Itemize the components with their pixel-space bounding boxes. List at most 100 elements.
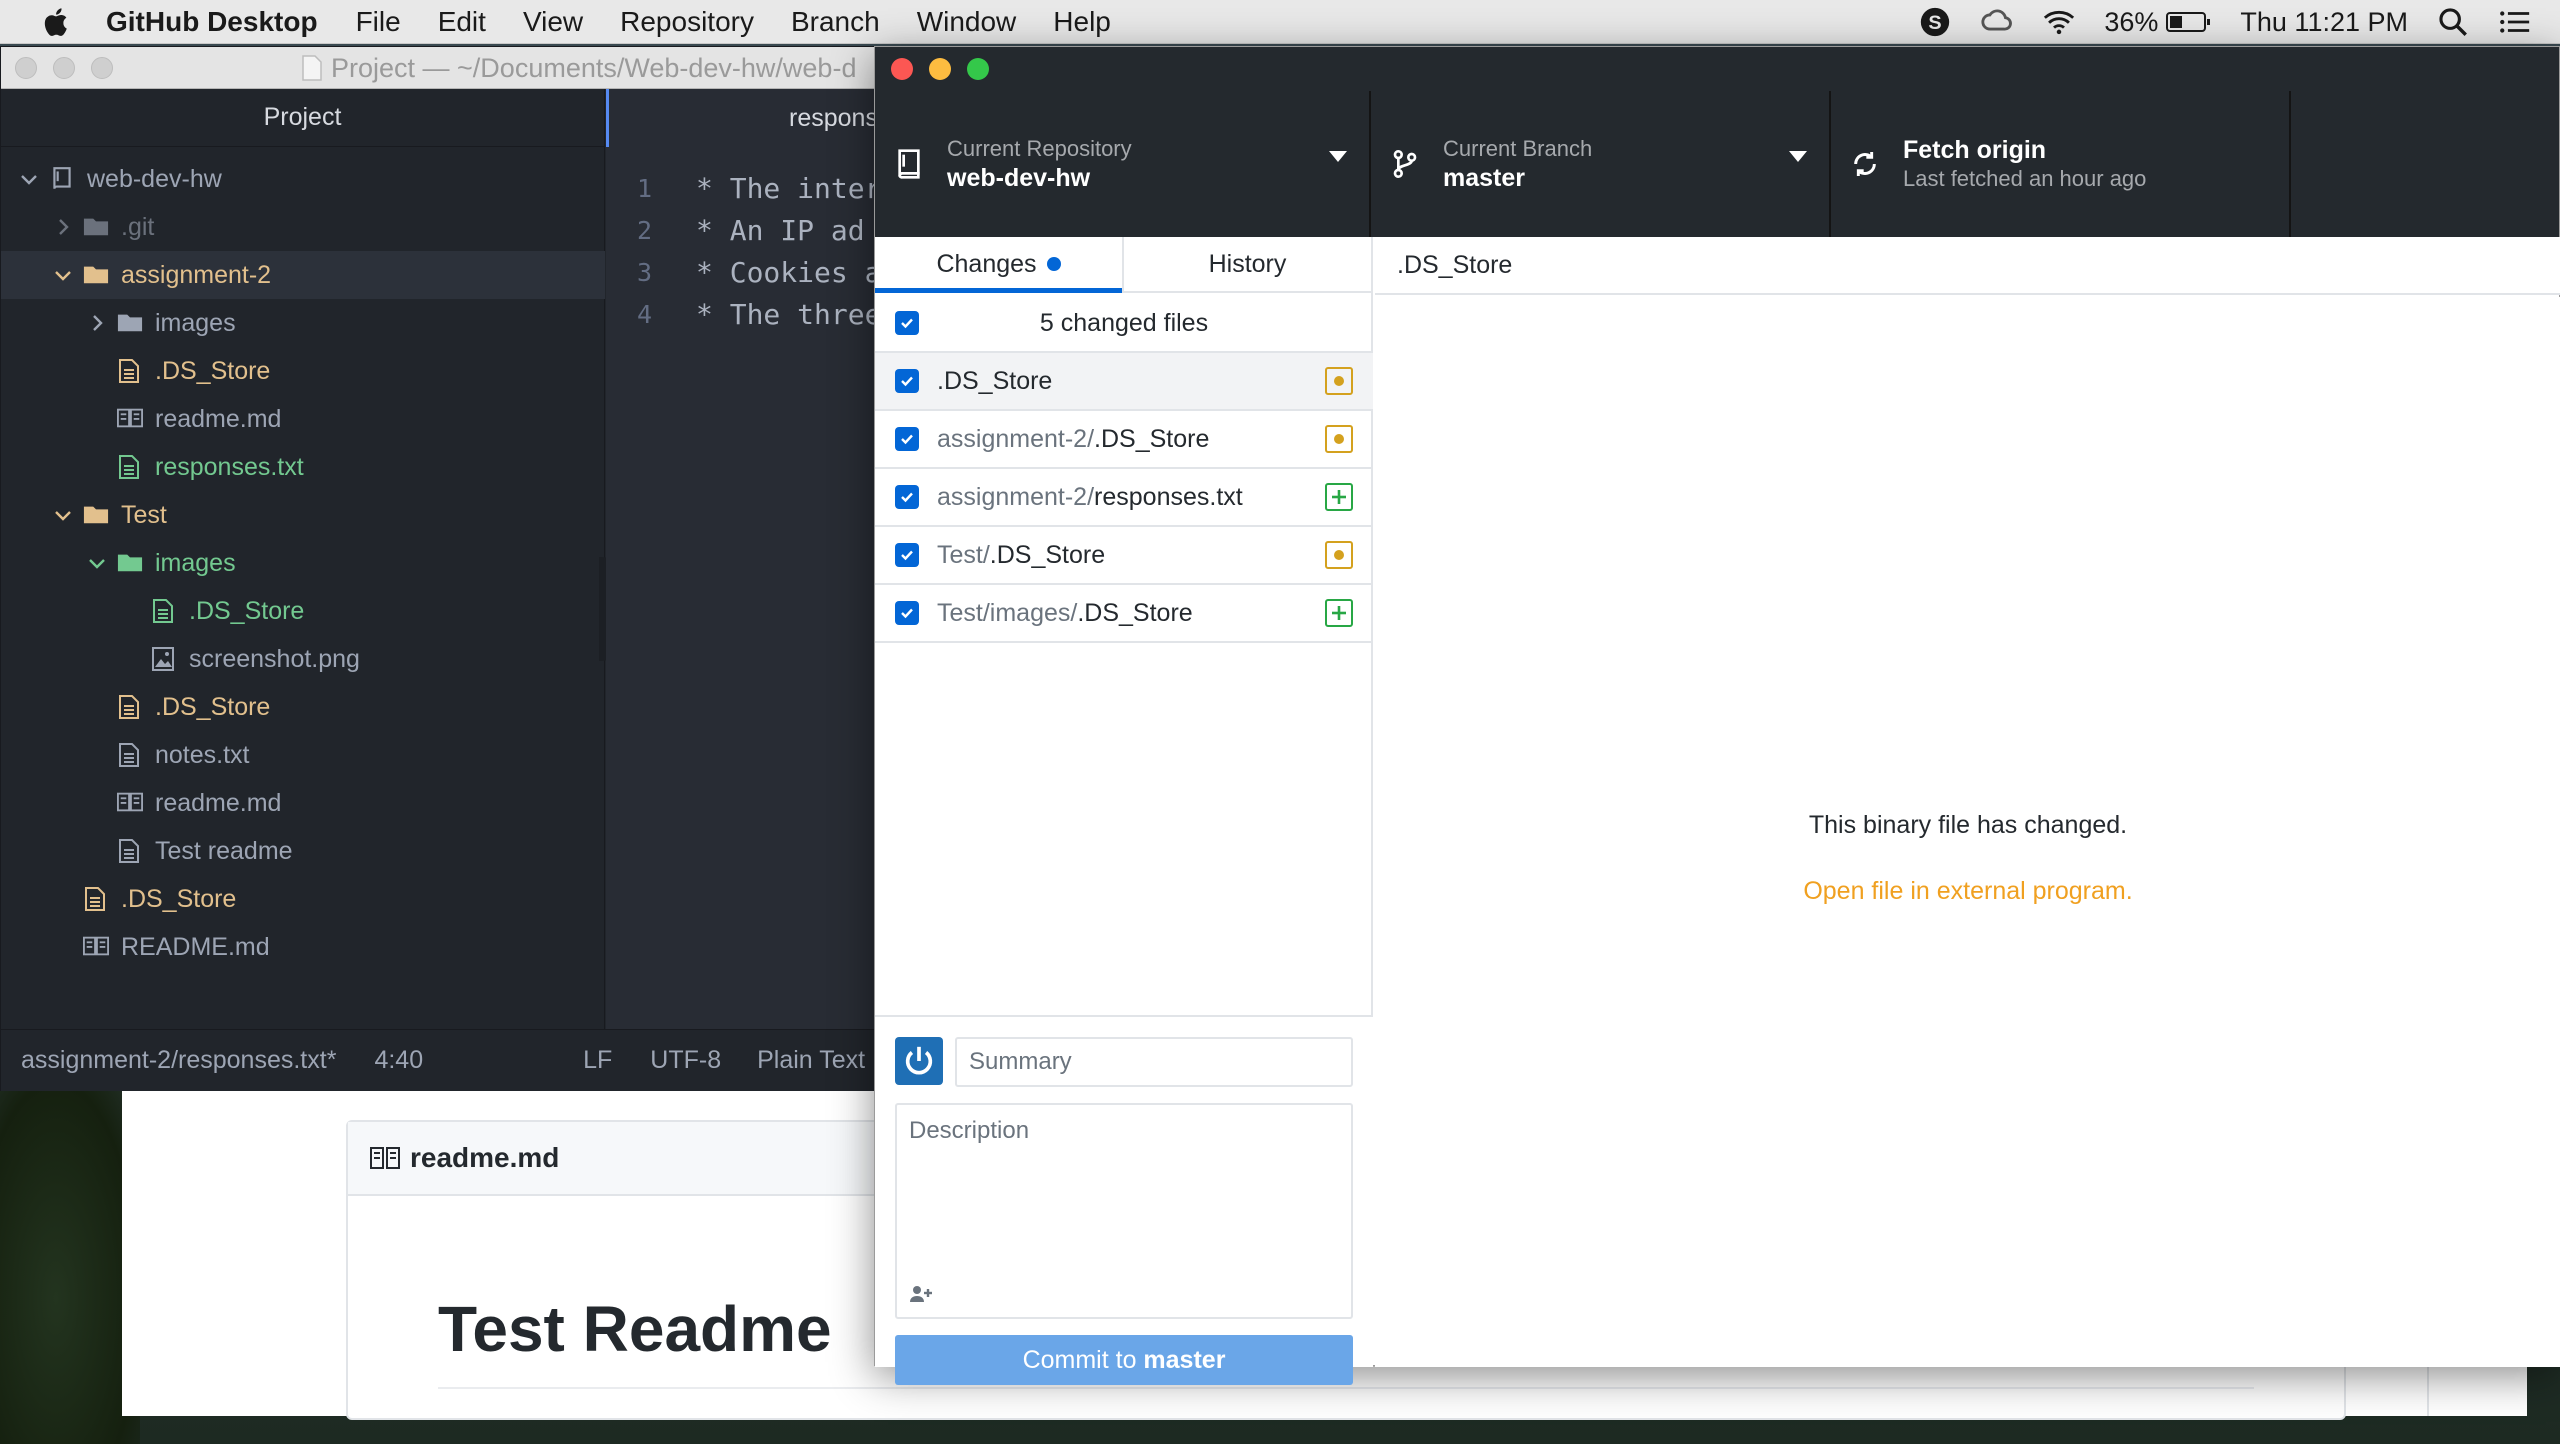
tree-item[interactable]: readme.md [1, 779, 605, 827]
tree-item[interactable]: Test [1, 491, 605, 539]
current-repository-button[interactable]: Current Repository web-dev-hw [875, 91, 1371, 237]
line-number: 1 [636, 173, 652, 203]
ghd-close-button[interactable] [891, 58, 913, 80]
fetch-origin-button[interactable]: Fetch origin Last fetched an hour ago [1831, 91, 2291, 237]
book-icon [370, 1147, 400, 1169]
tree-item[interactable]: .git [1, 203, 605, 251]
changed-file-row[interactable]: Test/images/.DS_Store [875, 585, 1373, 643]
repo-icon [893, 148, 925, 180]
file-include-checkbox[interactable] [895, 543, 919, 567]
chevron-down-icon[interactable] [17, 167, 41, 191]
project-tree-header[interactable]: Project [1, 89, 604, 147]
creative-cloud-icon[interactable] [1980, 5, 2014, 39]
folder-icon [83, 262, 109, 288]
atom-minimize-button[interactable] [53, 56, 75, 79]
macos-menu-bar: GitHub Desktop File Edit View Repository… [0, 0, 2560, 44]
diff-view: This binary file has changed. Open file … [1375, 297, 2560, 1367]
battery-indicator[interactable]: 36% [2104, 7, 2212, 38]
chevron-right-icon[interactable] [51, 215, 75, 239]
chevron-down-icon [1789, 151, 1807, 162]
apple-icon[interactable] [40, 5, 74, 39]
tree-item[interactable]: .DS_Store [1, 875, 605, 923]
file-text-icon [117, 358, 143, 384]
tree-item[interactable]: .DS_Store [1, 347, 605, 395]
current-branch-button[interactable]: Current Branch master [1371, 91, 1831, 237]
file-include-checkbox[interactable] [895, 427, 919, 451]
changed-file-row[interactable]: assignment-2/responses.txt [875, 469, 1373, 527]
tree-item-label: readme.md [155, 404, 282, 433]
fetch-origin-label: Fetch origin [1903, 136, 2047, 164]
clock[interactable]: Thu 11:21 PM [2240, 7, 2408, 38]
tree-item[interactable]: .DS_Store [1, 683, 605, 731]
tree-item[interactable]: responses.txt [1, 443, 605, 491]
code-line[interactable]: 2 * An IP ad [606, 209, 865, 251]
ghd-minimize-button[interactable] [929, 58, 951, 80]
menu-view[interactable]: View [523, 6, 583, 38]
file-include-checkbox[interactable] [895, 601, 919, 625]
chevron-down-icon[interactable] [51, 263, 75, 287]
menu-branch[interactable]: Branch [791, 6, 880, 38]
editor-tab-responses[interactable]: respons [606, 89, 906, 147]
menu-file[interactable]: File [356, 6, 401, 38]
tab-changes-label: Changes [936, 249, 1037, 278]
file-include-checkbox[interactable] [895, 485, 919, 509]
menu-edit[interactable]: Edit [438, 6, 486, 38]
status-grammar[interactable]: Plain Text [757, 1046, 865, 1075]
tree-item-label: .DS_Store [189, 596, 305, 625]
tree-item[interactable]: notes.txt [1, 731, 605, 779]
tree-item[interactable]: .DS_Store [1, 587, 605, 635]
tree-item-label: readme.md [155, 788, 282, 817]
menu-help[interactable]: Help [1053, 6, 1111, 38]
chevron-down-icon[interactable] [85, 551, 109, 575]
tab-history[interactable]: History [1122, 237, 1371, 291]
file-directory: assignment-2/ [937, 482, 1095, 511]
code-line[interactable]: 4 * The three [606, 293, 882, 335]
tree-item[interactable]: assignment-2 [1, 251, 605, 299]
notification-center-icon[interactable] [2498, 5, 2532, 39]
changes-indicator-dot [1046, 257, 1061, 271]
code-line[interactable]: 1 * The inter [606, 167, 882, 209]
tree-item[interactable]: web-dev-hw [1, 155, 605, 203]
commit-summary-input[interactable] [955, 1037, 1353, 1087]
changed-file-row[interactable]: assignment-2/.DS_Store [875, 411, 1373, 469]
changed-file-row[interactable]: Test/.DS_Store [875, 527, 1373, 585]
status-encoding[interactable]: UTF-8 [650, 1046, 721, 1075]
menu-repository[interactable]: Repository [620, 6, 754, 38]
skype-icon[interactable]: S [1918, 5, 1952, 39]
commit-button[interactable]: Commit to master [895, 1335, 1353, 1385]
tree-item[interactable]: images [1, 539, 605, 587]
open-external-link[interactable]: Open file in external program. [1375, 877, 2560, 906]
code-line[interactable]: 3 * Cookies a [606, 251, 882, 293]
readme-filename[interactable]: readme.md [410, 1142, 559, 1174]
file-added-icon [1325, 483, 1353, 511]
atom-zoom-button[interactable] [91, 56, 113, 79]
line-text: * An IP ad [696, 213, 865, 247]
tab-changes[interactable]: Changes [875, 237, 1122, 293]
tree-item[interactable]: readme.md [1, 395, 605, 443]
status-file-path[interactable]: assignment-2/responses.txt* [21, 1046, 336, 1075]
commit-description-input[interactable] [897, 1105, 1351, 1275]
battery-icon [2166, 12, 2211, 32]
atom-close-button[interactable] [15, 56, 37, 79]
menu-window[interactable]: Window [917, 6, 1017, 38]
tree-item[interactable]: README.md [1, 923, 605, 971]
menu-app-name[interactable]: GitHub Desktop [106, 6, 318, 38]
spotlight-search-icon[interactable] [2436, 5, 2470, 39]
tree-item[interactable]: images [1, 299, 605, 347]
chevron-right-icon[interactable] [85, 311, 109, 335]
wifi-icon[interactable] [2042, 5, 2076, 39]
status-cursor-position[interactable]: 4:40 [374, 1046, 423, 1075]
tree-item[interactable]: Test readme [1, 827, 605, 875]
add-coauthor-icon[interactable] [909, 1283, 935, 1305]
ghd-zoom-button[interactable] [967, 58, 989, 80]
file-include-checkbox[interactable] [895, 369, 919, 393]
status-line-ending[interactable]: LF [583, 1046, 612, 1075]
tree-item-label: .DS_Store [121, 884, 237, 913]
changed-file-row[interactable]: .DS_Store [875, 353, 1373, 411]
current-repository-text: Current Repository web-dev-hw [947, 135, 1132, 193]
file-name: .DS_Store [989, 540, 1106, 569]
chevron-down-icon[interactable] [51, 503, 75, 527]
tree-item[interactable]: screenshot.png [1, 635, 605, 683]
